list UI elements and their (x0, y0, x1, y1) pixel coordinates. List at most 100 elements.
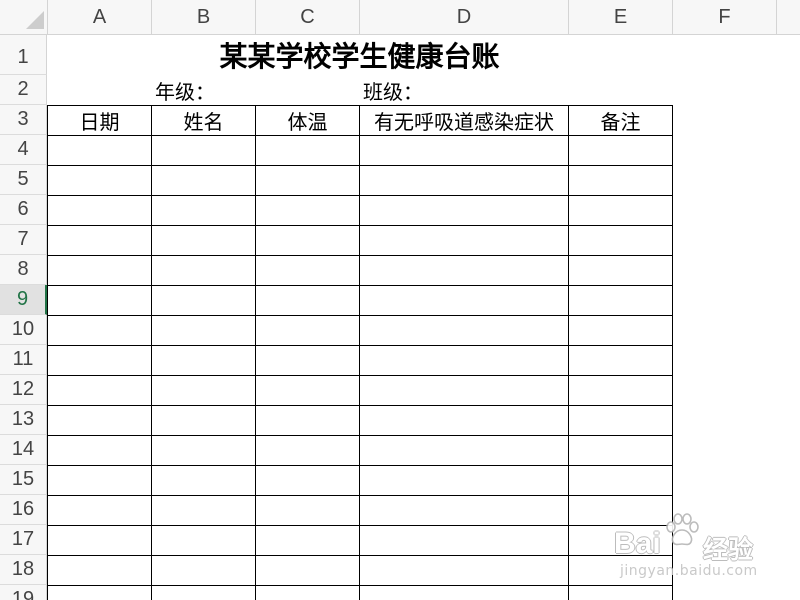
table-cell-c4[interactable] (255, 135, 360, 166)
table-cell-a5[interactable] (47, 165, 152, 196)
cell-f3[interactable] (672, 105, 776, 135)
column-heading-remarks[interactable]: 备注 (568, 105, 673, 136)
grade-label[interactable]: 年级： (151, 75, 255, 105)
table-cell-e6[interactable] (568, 195, 673, 226)
table-cell-e12[interactable] (568, 375, 673, 406)
table-cell-b10[interactable] (151, 315, 256, 346)
column-header-c[interactable]: C (255, 0, 359, 35)
table-cell-c12[interactable] (255, 375, 360, 406)
cell-f8[interactable] (672, 255, 776, 285)
table-cell-b18[interactable] (151, 555, 256, 586)
table-cell-d9[interactable] (359, 285, 569, 316)
table-cell-e18[interactable] (568, 555, 673, 586)
table-cell-c19[interactable] (255, 585, 360, 600)
cell-g15[interactable] (776, 465, 800, 495)
table-cell-a15[interactable] (47, 465, 152, 496)
table-cell-a19[interactable] (47, 585, 152, 600)
table-cell-d17[interactable] (359, 525, 569, 556)
table-cell-a18[interactable] (47, 555, 152, 586)
table-cell-b9[interactable] (151, 285, 256, 316)
row-header-5[interactable]: 5 (0, 165, 47, 195)
table-cell-b4[interactable] (151, 135, 256, 166)
table-cell-a14[interactable] (47, 435, 152, 466)
cell-f6[interactable] (672, 195, 776, 225)
column-header-a[interactable]: A (47, 0, 151, 35)
row-header-14[interactable]: 14 (0, 435, 47, 465)
table-cell-c17[interactable] (255, 525, 360, 556)
table-cell-e4[interactable] (568, 135, 673, 166)
cell-f14[interactable] (672, 435, 776, 465)
cell-g3[interactable] (776, 105, 800, 135)
column-header-g[interactable] (776, 0, 800, 35)
column-header-d[interactable]: D (359, 0, 568, 35)
table-cell-a11[interactable] (47, 345, 152, 376)
table-cell-c11[interactable] (255, 345, 360, 376)
row-header-13[interactable]: 13 (0, 405, 47, 435)
cell-g2[interactable] (776, 75, 800, 105)
cell-e2[interactable] (568, 75, 672, 105)
table-cell-a9[interactable] (47, 285, 152, 316)
table-cell-a6[interactable] (47, 195, 152, 226)
cell-g17[interactable] (776, 525, 800, 555)
sheet-title[interactable]: 某某学校学生健康台账 (47, 35, 672, 75)
table-cell-d16[interactable] (359, 495, 569, 526)
table-cell-b11[interactable] (151, 345, 256, 376)
row-header-16[interactable]: 16 (0, 495, 47, 525)
select-all-triangle-icon[interactable] (26, 11, 44, 29)
table-cell-c9[interactable] (255, 285, 360, 316)
cell-g13[interactable] (776, 405, 800, 435)
table-cell-b13[interactable] (151, 405, 256, 436)
cell-g6[interactable] (776, 195, 800, 225)
cell-f1[interactable] (672, 35, 776, 75)
table-cell-d12[interactable] (359, 375, 569, 406)
cell-g4[interactable] (776, 135, 800, 165)
cell-a2[interactable] (47, 75, 151, 105)
cell-f13[interactable] (672, 405, 776, 435)
row-header-8[interactable]: 8 (0, 255, 47, 285)
column-header-b[interactable]: B (151, 0, 255, 35)
cell-f15[interactable] (672, 465, 776, 495)
table-cell-a12[interactable] (47, 375, 152, 406)
cell-g16[interactable] (776, 495, 800, 525)
table-cell-e14[interactable] (568, 435, 673, 466)
table-cell-b5[interactable] (151, 165, 256, 196)
table-cell-b15[interactable] (151, 465, 256, 496)
table-cell-e17[interactable] (568, 525, 673, 556)
table-cell-c18[interactable] (255, 555, 360, 586)
table-cell-d6[interactable] (359, 195, 569, 226)
table-cell-a10[interactable] (47, 315, 152, 346)
table-cell-b16[interactable] (151, 495, 256, 526)
cell-g19[interactable] (776, 585, 800, 600)
table-cell-d8[interactable] (359, 255, 569, 286)
table-cell-e9[interactable] (568, 285, 673, 316)
table-cell-c15[interactable] (255, 465, 360, 496)
cell-c2[interactable] (255, 75, 359, 105)
table-cell-b7[interactable] (151, 225, 256, 256)
cell-f5[interactable] (672, 165, 776, 195)
row-header-2[interactable]: 2 (0, 75, 47, 105)
class-label[interactable]: 班级： (359, 75, 568, 105)
row-header-10[interactable]: 10 (0, 315, 47, 345)
cell-f11[interactable] (672, 345, 776, 375)
table-cell-e10[interactable] (568, 315, 673, 346)
row-header-6[interactable]: 6 (0, 195, 47, 225)
table-cell-b19[interactable] (151, 585, 256, 600)
cell-f19[interactable] (672, 585, 776, 600)
cell-g9[interactable] (776, 285, 800, 315)
row-header-11[interactable]: 11 (0, 345, 47, 375)
cell-g14[interactable] (776, 435, 800, 465)
table-cell-d15[interactable] (359, 465, 569, 496)
table-cell-e16[interactable] (568, 495, 673, 526)
column-heading-temperature[interactable]: 体温 (255, 105, 360, 136)
select-all-button[interactable] (0, 0, 47, 35)
row-header-3[interactable]: 3 (0, 105, 47, 135)
table-cell-d7[interactable] (359, 225, 569, 256)
table-cell-c13[interactable] (255, 405, 360, 436)
table-cell-c5[interactable] (255, 165, 360, 196)
row-header-17[interactable]: 17 (0, 525, 47, 555)
row-header-7[interactable]: 7 (0, 225, 47, 255)
row-header-1[interactable]: 1 (0, 35, 47, 75)
cell-f9[interactable] (672, 285, 776, 315)
cell-g1[interactable] (776, 35, 800, 75)
table-cell-c16[interactable] (255, 495, 360, 526)
